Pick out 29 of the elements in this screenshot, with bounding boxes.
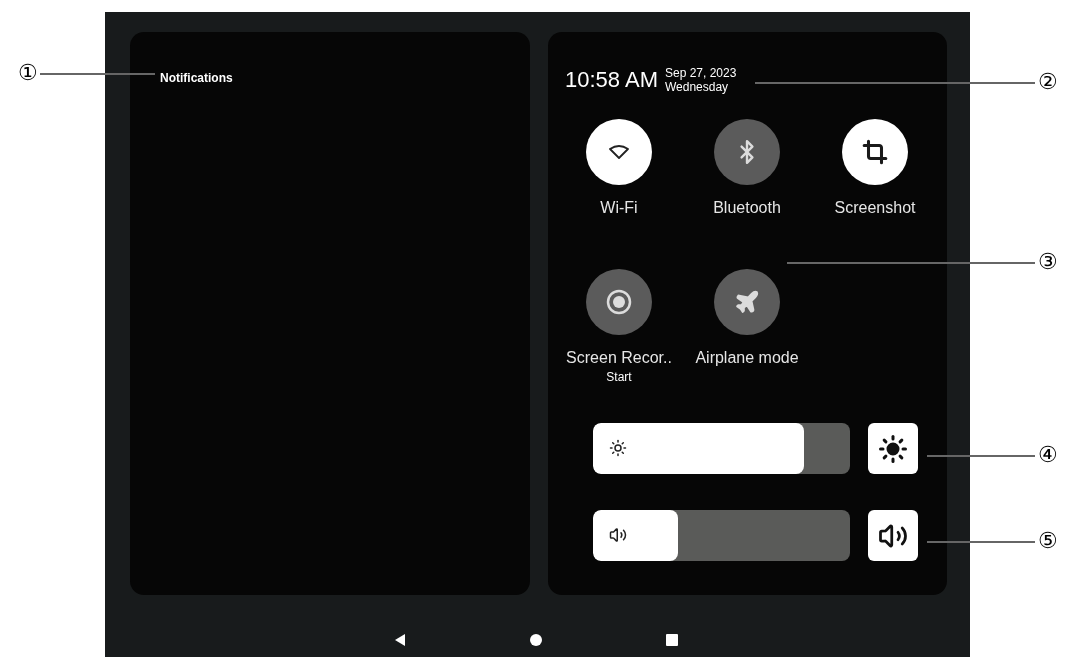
crop-icon bbox=[862, 139, 888, 165]
sun-icon bbox=[609, 439, 627, 457]
wifi-icon bbox=[609, 145, 629, 159]
callout-number: ② bbox=[1038, 69, 1058, 95]
clock-time: 10:58 AM bbox=[565, 69, 658, 91]
tile-label: Wi-Fi bbox=[599, 198, 639, 218]
record-icon bbox=[605, 288, 633, 316]
speaker-icon bbox=[609, 526, 627, 544]
tile-label: Airplane mode bbox=[694, 348, 800, 368]
home-icon[interactable] bbox=[529, 633, 543, 647]
airplane-icon bbox=[734, 289, 760, 315]
tile-label: Screenshot bbox=[833, 198, 917, 218]
callout-number: ④ bbox=[1038, 442, 1058, 468]
recents-icon[interactable] bbox=[665, 633, 679, 647]
callout-number: ⑤ bbox=[1038, 528, 1058, 554]
tile-label: Screen Recor.. bbox=[565, 348, 673, 368]
tile-sublabel: Start bbox=[606, 369, 632, 386]
volume-button[interactable] bbox=[868, 510, 918, 561]
callout-number: ① bbox=[18, 60, 38, 86]
tile-label: Bluetooth bbox=[712, 198, 782, 218]
volume-slider[interactable] bbox=[593, 510, 850, 561]
callout-number: ③ bbox=[1038, 249, 1058, 275]
brightness-button[interactable] bbox=[868, 423, 918, 474]
date-text: Sep 27, 2023 bbox=[664, 66, 737, 80]
weekday-text: Wednesday bbox=[664, 80, 730, 94]
notifications-title: Notifications bbox=[160, 71, 233, 85]
back-icon[interactable] bbox=[393, 633, 407, 647]
sun-icon bbox=[878, 433, 908, 464]
brightness-slider[interactable] bbox=[593, 423, 850, 474]
